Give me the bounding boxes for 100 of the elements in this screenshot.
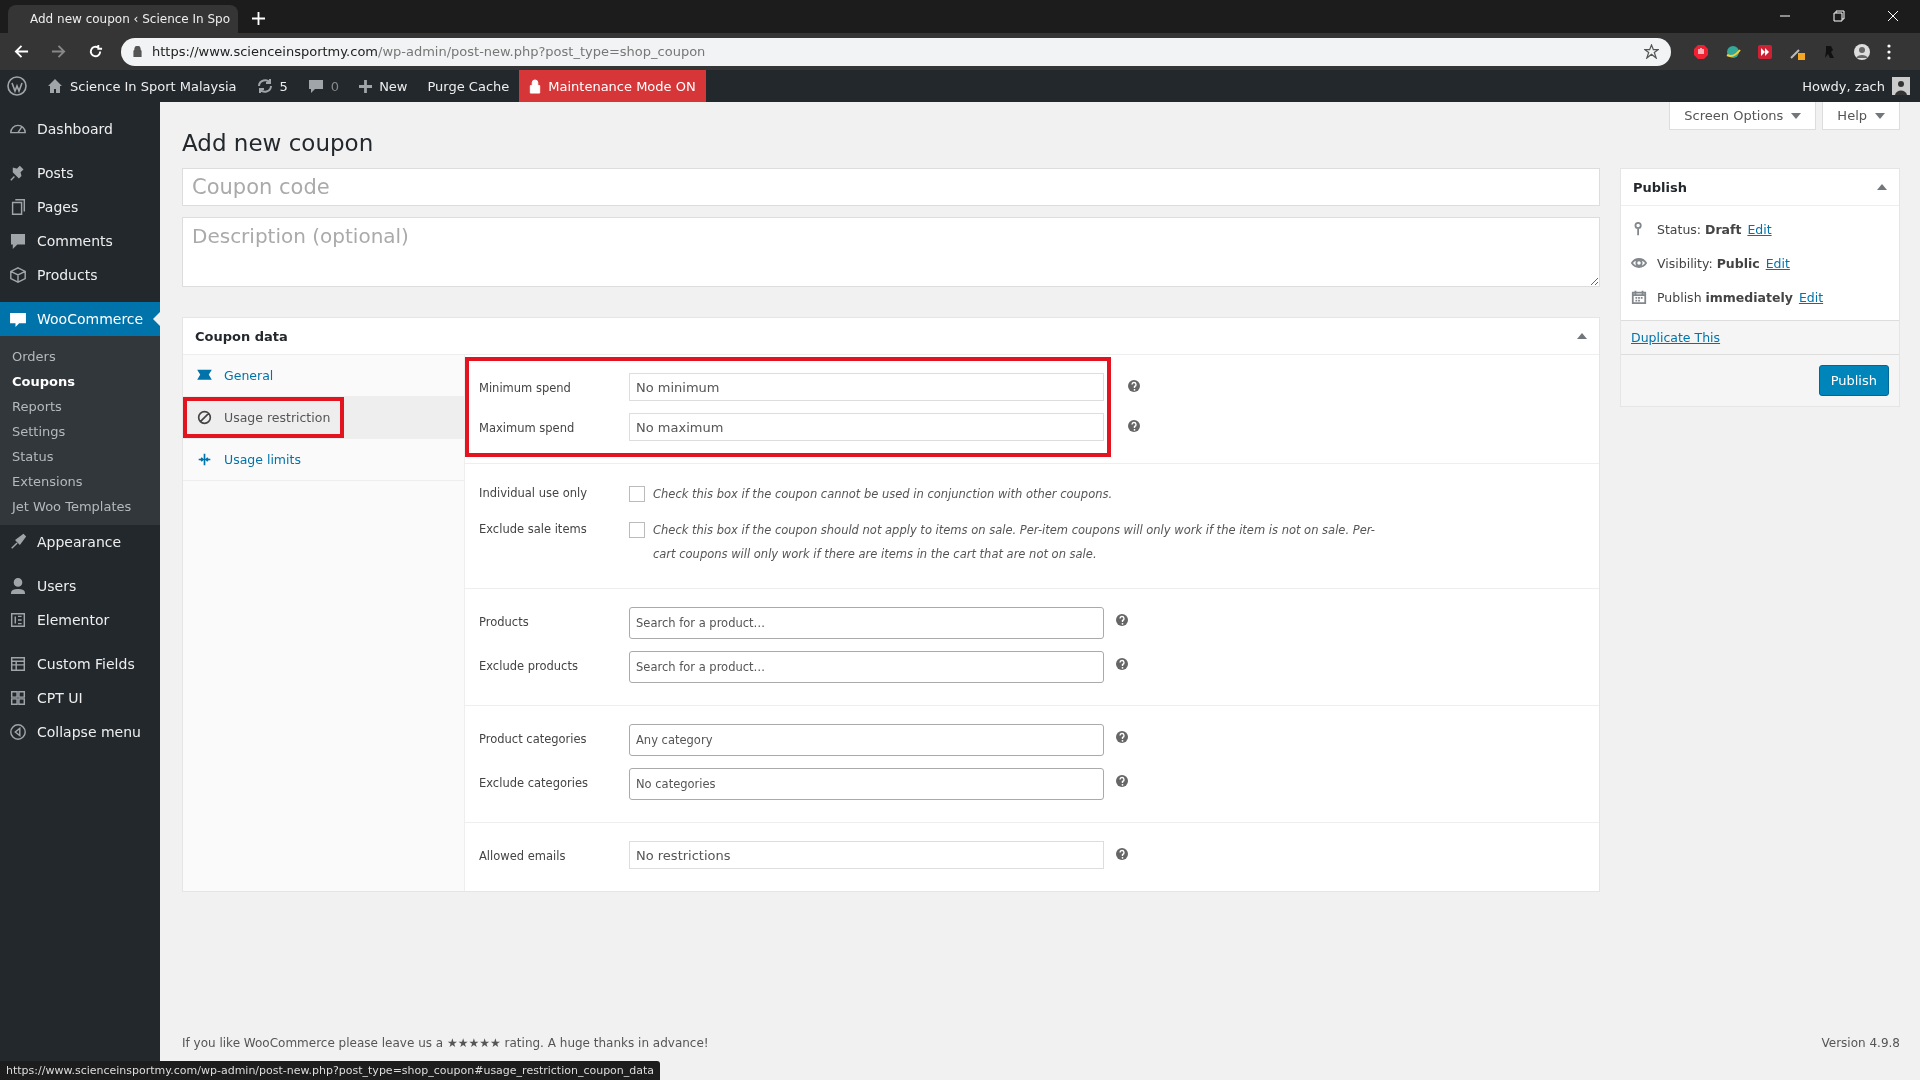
- footer-text: If you like WooCommerce please leave us a ★★★★★ rating. A huge thanks in advance!: [182, 1036, 709, 1050]
- search-select-field[interactable]: Search for a product…: [629, 607, 1104, 639]
- menu-item[interactable]: Posts: [0, 156, 160, 190]
- screen-tab-button[interactable]: Help: [1822, 102, 1900, 130]
- browser-tab[interactable]: Add new coupon ‹ Science In Spo: [8, 5, 238, 33]
- field-label: Allowed emails: [479, 848, 567, 863]
- reload-icon[interactable]: [88, 44, 103, 59]
- field-label: Maximum spend: [479, 420, 576, 435]
- submenu-item[interactable]: Reports: [0, 394, 160, 419]
- help-icon[interactable]: [1116, 658, 1128, 670]
- edit-link[interactable]: Edit: [1798, 289, 1824, 305]
- comment-icon: [9, 232, 27, 250]
- home-icon: [47, 78, 63, 94]
- edit-link[interactable]: Edit: [1747, 221, 1772, 237]
- menu-item[interactable]: Pages: [0, 190, 160, 224]
- description-field[interactable]: Description (optional): [182, 217, 1600, 287]
- duplicate-link[interactable]: Duplicate This: [1631, 330, 1721, 345]
- star-icon[interactable]: [1644, 44, 1659, 59]
- submenu-item[interactable]: Settings: [0, 419, 160, 444]
- text-field[interactable]: No minimum: [629, 373, 1104, 401]
- field-label: Exclude products: [479, 658, 579, 673]
- menu-item[interactable]: Elementor: [0, 603, 160, 637]
- purge-cache-link[interactable]: Purge Cache: [417, 70, 520, 102]
- checkbox[interactable]: [629, 486, 645, 502]
- table-icon: [9, 655, 27, 673]
- panel-tab[interactable]: General: [183, 355, 288, 396]
- grid-icon: [9, 689, 27, 707]
- wordpress-logo-icon[interactable]: [7, 76, 27, 96]
- field-label: Exclude sale items: [479, 521, 588, 536]
- panel-title: Publish: [1633, 179, 1687, 195]
- field-label: Individual use only: [479, 485, 588, 500]
- new-tab-icon[interactable]: [252, 12, 265, 25]
- search-select-field[interactable]: Search for a product…: [629, 651, 1104, 683]
- caret-icon: [1791, 112, 1802, 119]
- menu-item[interactable]: Comments: [0, 224, 160, 258]
- submenu-item[interactable]: Coupons: [0, 369, 160, 394]
- comment-icon: [307, 78, 324, 94]
- help-icon[interactable]: [1116, 775, 1128, 787]
- globe-icon[interactable]: [1725, 43, 1741, 60]
- search-select-field[interactable]: Any category: [629, 724, 1104, 756]
- submenu-item[interactable]: Jet Woo Templates: [0, 494, 160, 519]
- coupon-code-field[interactable]: Coupon code: [182, 168, 1600, 206]
- checkbox[interactable]: [629, 522, 645, 538]
- menu-item[interactable]: Dashboard: [0, 112, 160, 146]
- avatar-icon: [1892, 77, 1910, 95]
- help-icon[interactable]: [1116, 848, 1128, 860]
- text-field[interactable]: No restrictions: [629, 841, 1104, 869]
- stop-sign-icon[interactable]: [1693, 43, 1709, 60]
- publish-button[interactable]: Publish: [1818, 365, 1889, 396]
- lock-icon: [133, 46, 142, 57]
- collapse-icon: [9, 723, 27, 741]
- menu-item[interactable]: Users: [0, 569, 160, 603]
- help-icon[interactable]: [1128, 420, 1140, 432]
- avatar-icon[interactable]: [1853, 42, 1871, 61]
- menu-item[interactable]: CPT UI: [0, 681, 160, 715]
- menu-item[interactable]: Appearance: [0, 525, 160, 559]
- text-field[interactable]: No maximum: [629, 413, 1104, 441]
- panel-tab[interactable]: Usage limits: [183, 439, 315, 480]
- publish-setting: Publish immediately: [1657, 289, 1793, 305]
- menu-item[interactable]: Products: [0, 258, 160, 292]
- eye-icon: [1631, 255, 1647, 271]
- help-icon[interactable]: [1116, 614, 1128, 626]
- menu-item[interactable]: WooCommerce: [0, 302, 160, 336]
- submenu-item[interactable]: Orders: [0, 344, 160, 369]
- updates-link[interactable]: 5: [246, 70, 298, 102]
- pages-icon: [9, 198, 27, 216]
- calendar-icon: [1631, 289, 1647, 305]
- field-label: Products: [479, 614, 530, 629]
- box-icon: [9, 266, 27, 284]
- back-icon[interactable]: [14, 44, 29, 59]
- url-text: https://www.scienceinsportmy.com/wp-admin/post-new.php?post_type=shop_coupon: [152, 44, 707, 59]
- publish-setting: Visibility: Public: [1657, 255, 1760, 271]
- forward-icon[interactable]: [51, 44, 66, 59]
- howdy-link[interactable]: Howdy, zach: [1792, 70, 1920, 102]
- field-label: Exclude categories: [479, 775, 589, 790]
- menu-item[interactable]: Custom Fields: [0, 647, 160, 681]
- address-bar[interactable]: https://www.scienceinsportmy.com/wp-admin/post-new.php?post_type=shop_coupon: [121, 37, 1671, 66]
- caret-icon: [1875, 112, 1885, 119]
- submenu-item[interactable]: Extensions: [0, 469, 160, 494]
- checkbox-description: Check this box if the coupon should not apply to items on sale. Per-item coupons will only work if the item is not on sale. Per-cart coupons will only work if there are items in the cart that are not on sale.: [653, 522, 1376, 563]
- collapse-icon[interactable]: [1577, 333, 1587, 339]
- panel-tab[interactable]: Usage restriction: [183, 397, 345, 438]
- help-icon[interactable]: [1116, 731, 1128, 743]
- site-name-link[interactable]: Science In Sport Malaysia: [37, 70, 247, 102]
- search-select-field[interactable]: No categories: [629, 768, 1104, 800]
- fast-forward-icon[interactable]: [1757, 43, 1773, 60]
- screen-tab-button[interactable]: Screen Options: [1669, 102, 1817, 130]
- submenu-item[interactable]: Status: [0, 444, 160, 469]
- page-title: Add new coupon: [182, 130, 375, 156]
- user-icon: [9, 577, 27, 595]
- collapse-icon[interactable]: [1877, 184, 1887, 190]
- comments-link[interactable]: 0: [297, 70, 350, 102]
- edit-link[interactable]: Edit: [1765, 255, 1790, 271]
- checkbox-description: Check this box if the coupon cannot be used in conjunction with other coupons.: [653, 486, 1114, 503]
- maintenance-mode-link[interactable]: Maintenance Mode ON: [519, 70, 706, 102]
- menu-item[interactable]: Collapse menu: [0, 715, 160, 749]
- new-link[interactable]: New: [349, 70, 418, 102]
- more-icon[interactable]: [1887, 43, 1891, 60]
- help-icon[interactable]: [1128, 380, 1140, 392]
- tab-title: Add new coupon ‹ Science In Spo: [30, 12, 231, 26]
